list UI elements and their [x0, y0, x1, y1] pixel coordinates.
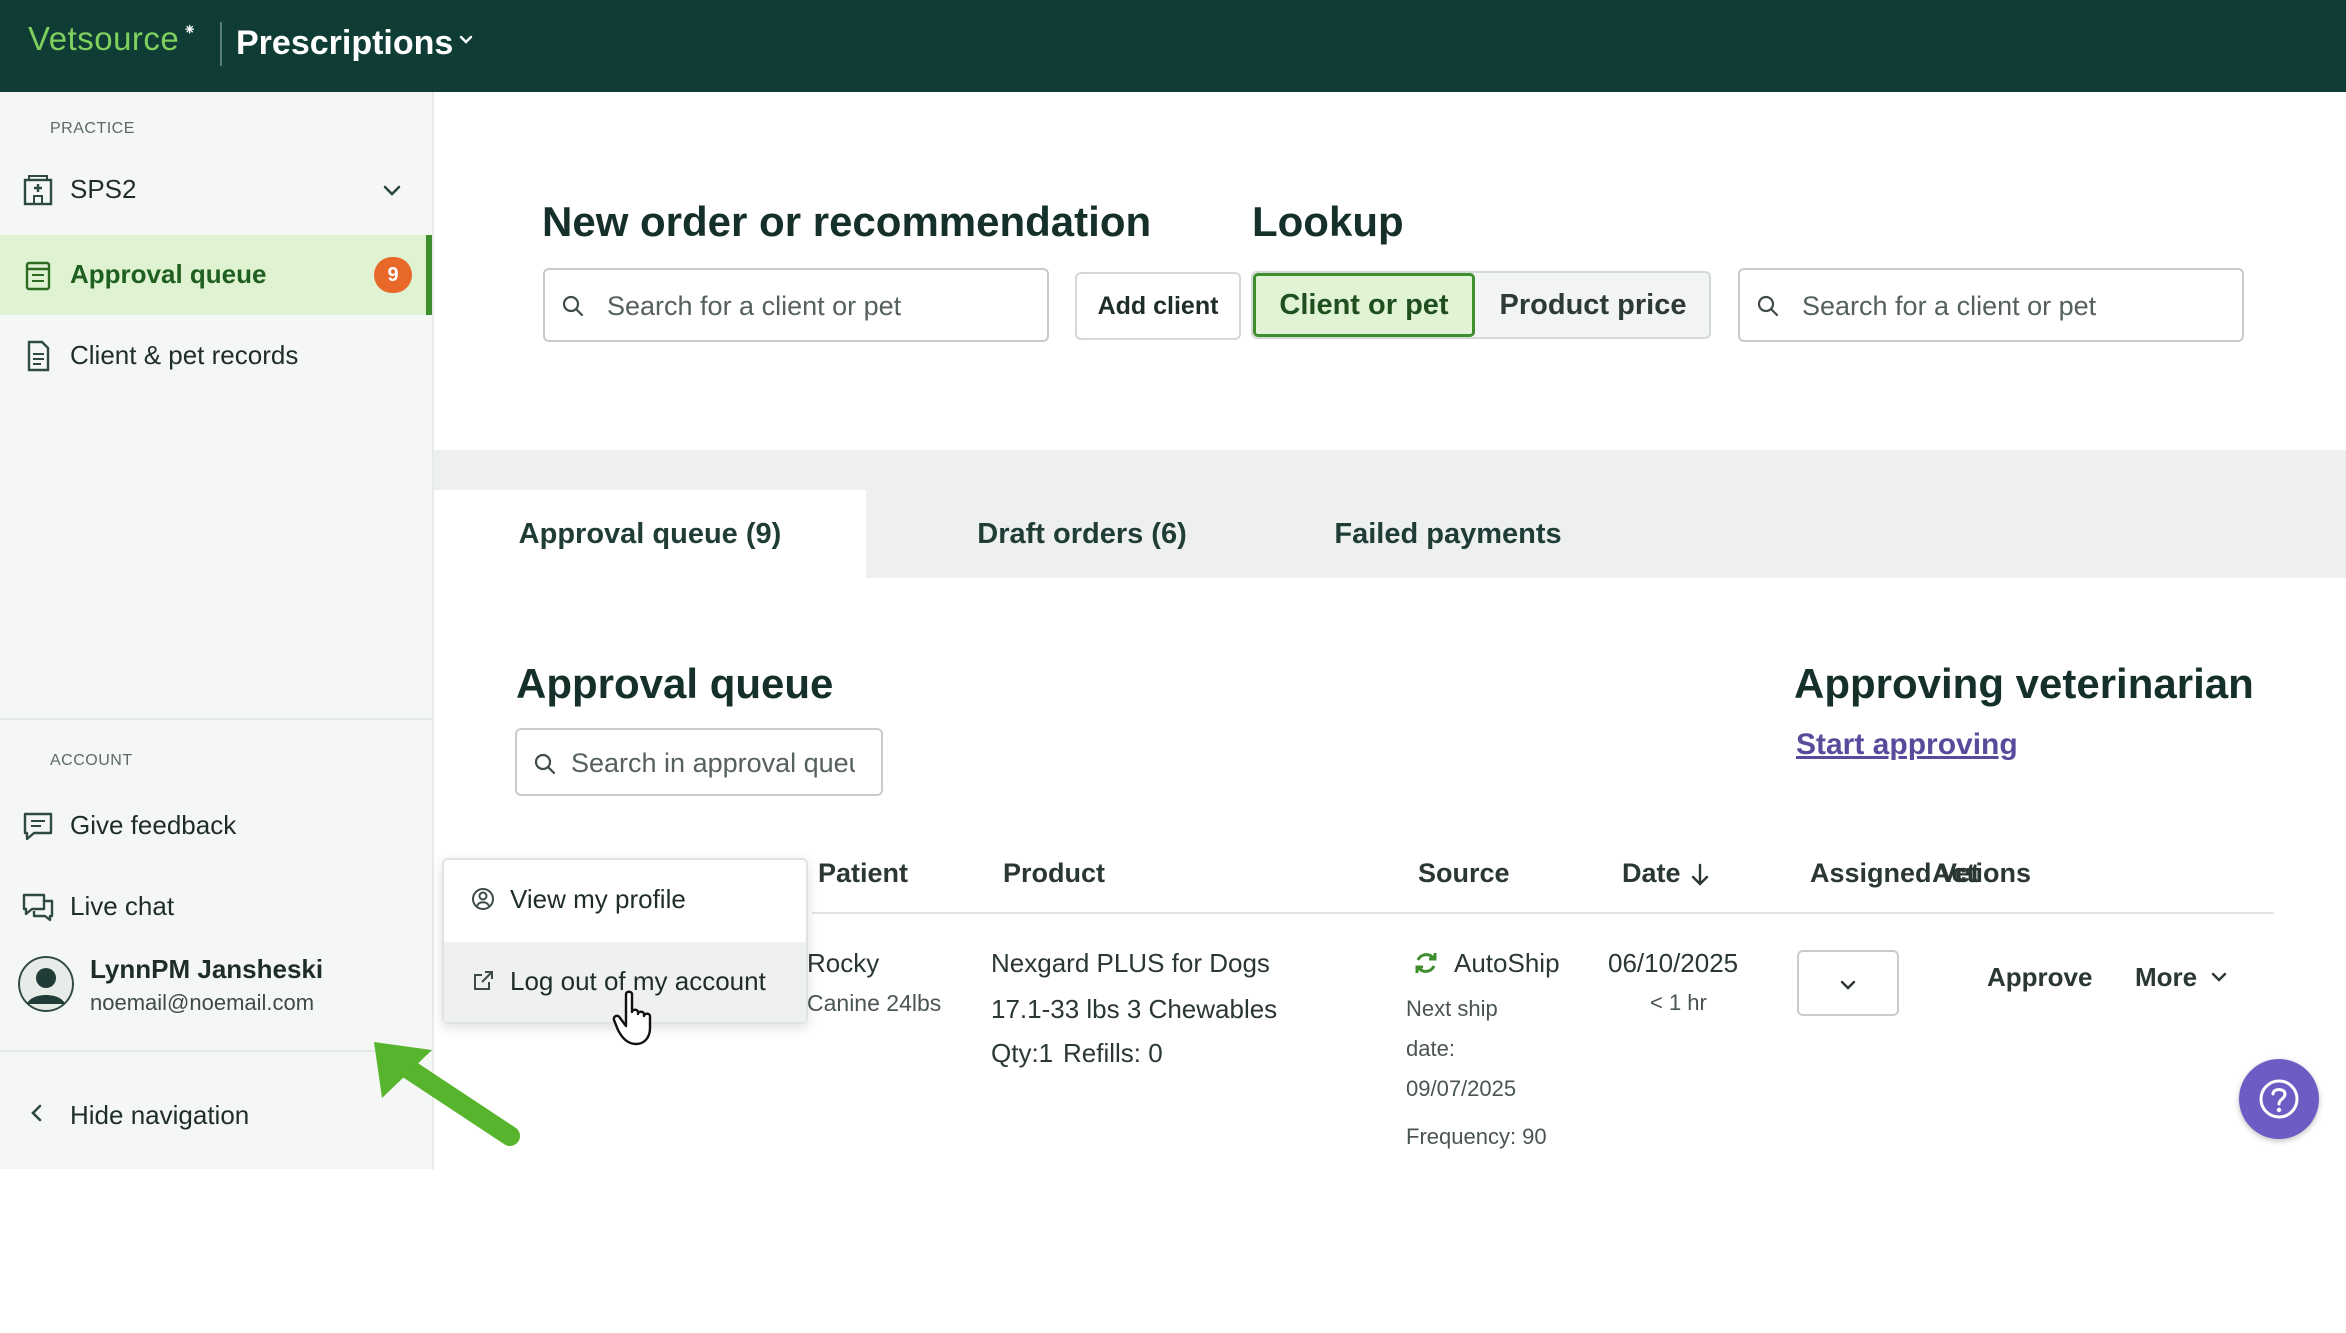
table-header-divider [812, 912, 2274, 914]
source-type: AutoShip [1454, 948, 1560, 978]
search-icon [562, 295, 584, 317]
search-icon [1757, 295, 1779, 317]
sidebar: PRACTICE SPS2 Approval queue 9 Client & … [0, 92, 434, 1169]
column-header-product[interactable]: Product [1003, 858, 1105, 889]
approval-queue-search[interactable] [515, 728, 883, 796]
chat-icon [22, 893, 54, 922]
sidebar-item-give-feedback[interactable]: Give feedback [0, 786, 432, 866]
lookup-option-product-price[interactable]: Product price [1475, 273, 1711, 337]
feedback-icon [23, 812, 53, 841]
lookup-type-toggle: Client or pet Product price [1251, 271, 1711, 339]
vetsource-logo[interactable]: Vetsource [28, 20, 179, 58]
count-badge: 9 [374, 257, 412, 293]
product-name: Nexgard PLUS for Dogs [991, 948, 1270, 978]
next-ship-date: 09/07/2025 [1406, 1076, 1517, 1101]
question-mark-icon [2259, 1079, 2299, 1119]
frequency: Frequency: 90 [1406, 1124, 1547, 1149]
assigned-vet-select[interactable] [1797, 950, 1899, 1016]
sidebar-divider [0, 718, 432, 720]
document-icon [27, 340, 50, 372]
view-profile-menu-item[interactable]: View my profile [444, 860, 806, 940]
user-account-menu[interactable]: LynnPM Jansheski noemail@noemail.com [14, 950, 434, 1040]
tab-failed-payments[interactable]: Failed payments [1298, 490, 1598, 578]
sidebar-item-label: Client & pet records [70, 340, 299, 370]
hand-cursor-icon [612, 990, 652, 1046]
more-actions-button[interactable]: More [2135, 962, 2197, 993]
chevron-down-icon[interactable] [2208, 966, 2230, 988]
avatar [18, 956, 74, 1012]
sidebar-item-label: Live chat [70, 891, 175, 921]
order-date: 06/10/2025 [1608, 948, 1739, 978]
help-button[interactable] [2239, 1059, 2319, 1139]
practice-select[interactable]: SPS2 [0, 150, 432, 230]
product-qty: Qty:1 [991, 1038, 1054, 1068]
product-variant: 17.1-33 lbs 3 Chewables [991, 994, 1278, 1024]
hospital-icon [23, 175, 53, 206]
tab-approval-queue[interactable]: Approval queue (9) [434, 490, 866, 578]
page-footer-blank [0, 1169, 2346, 1333]
hide-navigation-label: Hide navigation [70, 1100, 250, 1130]
approve-button[interactable]: Approve [1987, 962, 2092, 993]
chevron-down-icon [1840, 980, 1856, 990]
menu-item-label: View my profile [510, 884, 686, 914]
queue-tabs: Approval queue (9) Draft orders (6) Fail… [434, 450, 2346, 578]
app-switcher-title[interactable]: Prescriptions [236, 24, 453, 63]
new-order-title: New order or recommendation [542, 198, 1152, 245]
new-order-search[interactable] [543, 268, 1049, 342]
arrow-down-sort-icon[interactable] [1688, 862, 1712, 888]
chevron-left-icon [31, 1104, 42, 1122]
lookup-search-input[interactable] [1802, 284, 2224, 328]
approving-vet-title: Approving veterinarian [1794, 660, 2254, 707]
chevron-down-icon [383, 185, 401, 196]
lookup-option-client-or-pet[interactable]: Client or pet [1253, 273, 1475, 337]
autoship-refresh-icon [1415, 953, 1437, 973]
logo-sparkle-icon: ⁕ [183, 22, 197, 39]
sidebar-item-live-chat[interactable]: Live chat [0, 867, 432, 947]
user-avatar-icon [18, 956, 74, 1012]
clipboard-queue-icon [25, 261, 51, 291]
patient-name: Rocky [807, 948, 880, 978]
order-age: < 1 hr [1650, 990, 1707, 1015]
tab-draft-orders[interactable]: Draft orders (6) [866, 490, 1298, 578]
sidebar-item-label: Give feedback [70, 810, 237, 840]
user-circle-icon [472, 888, 494, 910]
column-header-date[interactable]: Date [1622, 858, 1681, 889]
next-ship-label: Next ship [1406, 996, 1498, 1021]
add-client-button[interactable]: Add client [1075, 272, 1241, 340]
column-header-actions: Actions [1932, 858, 2032, 888]
annotation-arrow-icon [374, 1042, 520, 1146]
chevron-down-icon[interactable] [458, 32, 474, 48]
lookup-search[interactable] [1738, 268, 2244, 342]
approval-queue-search-input[interactable] [571, 741, 855, 785]
account-section-label: ACCOUNT [50, 752, 133, 769]
column-header-patient[interactable]: Patient [818, 858, 908, 889]
sidebar-item-approval-queue[interactable]: Approval queue 9 [0, 235, 432, 315]
search-icon [534, 753, 556, 775]
product-refills: Refills: 0 [1063, 1038, 1163, 1068]
next-ship-label-cont: date: [1406, 1036, 1455, 1061]
header-divider [220, 22, 222, 66]
user-email: noemail@noemail.com [90, 990, 315, 1015]
sidebar-item-label: Approval queue [70, 259, 267, 289]
approval-queue-title: Approval queue [516, 660, 834, 707]
column-header-source[interactable]: Source [1418, 858, 1510, 889]
new-order-search-input[interactable] [607, 284, 1029, 328]
lookup-title: Lookup [1252, 198, 1404, 245]
sidebar-item-client-pet-records[interactable]: Client & pet records [0, 316, 432, 396]
top-bar: Vetsource ⁕ Prescriptions [0, 0, 2346, 92]
external-link-icon [474, 971, 493, 990]
practice-section-label: PRACTICE [50, 120, 135, 137]
start-approving-link[interactable]: Start approving [1796, 728, 2018, 762]
user-name: LynnPM Jansheski [90, 954, 324, 984]
practice-select-value: SPS2 [70, 174, 137, 204]
patient-detail: Canine 24lbs [807, 990, 942, 1016]
